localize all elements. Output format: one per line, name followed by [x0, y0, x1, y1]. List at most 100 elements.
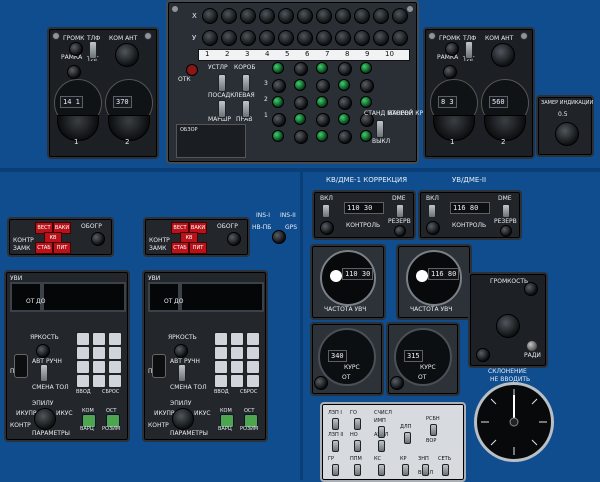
nav-mode-toggle[interactable] [442, 464, 449, 476]
keypad-key[interactable] [214, 346, 228, 360]
vkl-toggle[interactable] [428, 204, 436, 218]
ramka-knob[interactable] [67, 65, 81, 79]
keypad-key[interactable] [76, 374, 90, 388]
avt-ruchn-toggle[interactable] [178, 364, 186, 382]
route-knob[interactable] [316, 113, 330, 127]
keypad-key[interactable] [108, 332, 122, 346]
gain-sub-knob[interactable] [476, 348, 490, 362]
parameter-knob[interactable] [172, 408, 194, 430]
nav-mode-toggle[interactable] [404, 432, 411, 444]
waypoint-knob[interactable] [335, 8, 351, 24]
nav-mode-toggle[interactable] [354, 418, 361, 430]
nav-mode-toggle[interactable] [378, 464, 385, 476]
waypoint-knob[interactable] [316, 8, 332, 24]
keypad-key[interactable] [76, 360, 90, 374]
nav-mode-toggle[interactable] [378, 426, 385, 438]
waypoint-knob[interactable] [373, 8, 389, 24]
waypoint-knob[interactable] [316, 30, 332, 46]
radi-button[interactable] [526, 340, 538, 352]
mode-knob-1[interactable] [91, 232, 105, 246]
stab-button[interactable]: СТАБ [35, 242, 53, 254]
keypad-key[interactable] [108, 346, 122, 360]
keypad-key[interactable] [246, 374, 260, 388]
keypad-key[interactable] [246, 332, 260, 346]
keypad-key[interactable] [214, 374, 228, 388]
pit-button[interactable]: ПИТ [53, 242, 71, 254]
tlf-tlg-toggle[interactable] [465, 41, 473, 59]
channel-1-knob[interactable] [57, 115, 99, 141]
waypoint-knob[interactable] [221, 8, 237, 24]
waypoint-knob[interactable] [335, 30, 351, 46]
gain-top-knob[interactable] [524, 282, 538, 296]
antenna-selector-knob[interactable] [491, 43, 515, 67]
approach-mode-toggle[interactable] [376, 120, 384, 138]
stab-button[interactable]: СТАБ [171, 242, 189, 254]
pit-button[interactable]: ПИТ [189, 242, 207, 254]
route-knob[interactable] [338, 130, 352, 144]
keypad-key[interactable] [108, 360, 122, 374]
brightness-knob[interactable] [174, 344, 188, 358]
waypoint-knob[interactable] [259, 30, 275, 46]
keypad-key[interactable] [214, 332, 228, 346]
nav-mode-toggle[interactable] [402, 464, 409, 476]
route-knob[interactable] [338, 96, 352, 110]
ustlr-toggle[interactable] [218, 74, 226, 92]
waypoint-knob[interactable] [373, 30, 389, 46]
route-knob[interactable] [360, 79, 374, 93]
waypoint-knob[interactable] [297, 30, 313, 46]
nav-mode-toggle[interactable] [354, 464, 361, 476]
keypad-key[interactable] [230, 346, 244, 360]
freq-knob[interactable] [320, 221, 334, 235]
korob-toggle[interactable] [242, 74, 250, 92]
route-knob[interactable] [316, 79, 330, 93]
volume-knob[interactable] [69, 42, 83, 56]
nav-mode-toggle[interactable] [354, 440, 361, 452]
waypoint-knob[interactable] [354, 30, 370, 46]
avt-ruchn-toggle[interactable] [40, 364, 48, 382]
keypad-key[interactable] [92, 374, 106, 388]
keypad-key[interactable] [92, 346, 106, 360]
keypad-key[interactable] [76, 346, 90, 360]
route-knob[interactable] [294, 62, 308, 76]
channel-2-knob[interactable] [484, 115, 526, 141]
nav-mode-toggle[interactable] [332, 440, 339, 452]
nav-mode-toggle[interactable] [430, 424, 437, 436]
mode-knob-2[interactable] [227, 232, 241, 246]
waypoint-knob[interactable] [297, 8, 313, 24]
channel-2-knob[interactable] [108, 115, 150, 141]
waypoint-knob[interactable] [221, 30, 237, 46]
parameter-knob[interactable] [34, 408, 56, 430]
nav-mode-toggle[interactable] [378, 440, 385, 452]
keypad-key[interactable] [214, 360, 228, 374]
freq-knob[interactable] [426, 221, 440, 235]
waypoint-knob[interactable] [202, 30, 218, 46]
nav-mode-toggle[interactable] [422, 464, 429, 476]
keypad-key[interactable] [230, 374, 244, 388]
dme-toggle[interactable] [502, 204, 510, 218]
keypad-key[interactable] [230, 332, 244, 346]
route-knob[interactable] [294, 96, 308, 110]
route-knob[interactable] [294, 130, 308, 144]
waypoint-knob[interactable] [392, 8, 408, 24]
waypoint-knob[interactable] [259, 8, 275, 24]
waypoint-knob[interactable] [392, 30, 408, 46]
plm-switch[interactable] [14, 354, 28, 378]
keypad-key[interactable] [92, 360, 106, 374]
rezerv-knob[interactable] [500, 225, 512, 237]
waypoint-knob[interactable] [354, 8, 370, 24]
keypad-key[interactable] [230, 360, 244, 374]
dme-toggle[interactable] [396, 204, 404, 218]
nav-mode-toggle[interactable] [332, 464, 339, 476]
waypoint-knob[interactable] [278, 8, 294, 24]
keypad-key[interactable] [246, 360, 260, 374]
plm-switch[interactable] [152, 354, 166, 378]
nav-mode-toggle[interactable] [332, 418, 339, 430]
keypad-key[interactable] [76, 332, 90, 346]
keypad-key[interactable] [108, 374, 122, 388]
pravaya-toggle[interactable] [242, 100, 250, 118]
keypad-key[interactable] [246, 346, 260, 360]
route-knob[interactable] [338, 62, 352, 76]
gain-knob[interactable] [496, 314, 520, 338]
brightness-knob[interactable] [36, 344, 50, 358]
ramka-knob[interactable] [443, 65, 457, 79]
